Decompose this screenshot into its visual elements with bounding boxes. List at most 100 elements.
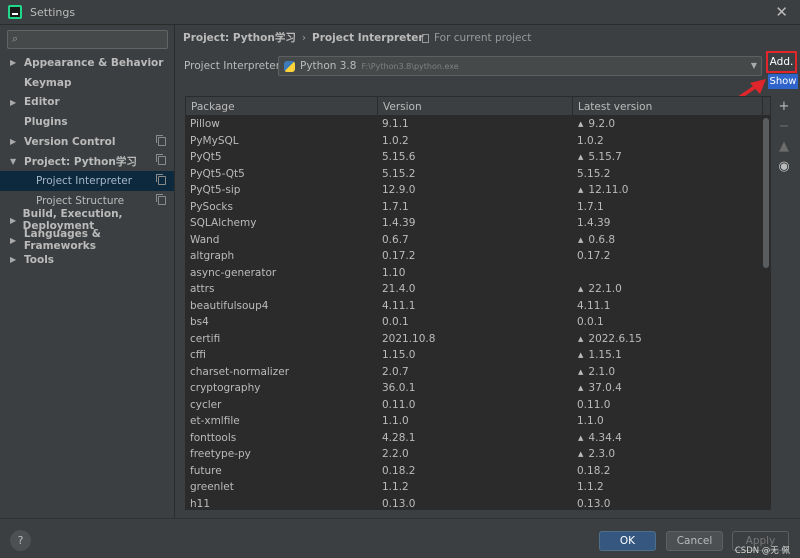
package-version-cell: 1.0.2: [382, 134, 409, 147]
ok-button[interactable]: OK: [599, 531, 656, 551]
table-row[interactable]: PyQt5 5.15.6 ▲ 5.15.7: [186, 149, 770, 166]
table-row[interactable]: PyMySQL 1.0.2 1.0.2: [186, 133, 770, 150]
project-scope-icon: [156, 134, 166, 146]
package-version-cell: 2021.10.8: [382, 332, 436, 345]
latest-version-text: 1.1.0: [577, 415, 604, 428]
table-row[interactable]: Pillow 9.1.1 ▲ 9.2.0: [186, 116, 770, 133]
package-version-cell: 1.1.2: [382, 481, 409, 494]
add-interpreter-button[interactable]: Add.: [766, 51, 797, 73]
install-package-button[interactable]: +: [772, 96, 796, 116]
upgrade-available-icon: ▲: [578, 235, 584, 244]
package-name-cell: h11: [190, 497, 211, 510]
sidebar-item-appearance[interactable]: ▶ Appearance & Behavior: [0, 53, 174, 73]
table-row[interactable]: h11 0.13.0 0.13.0: [186, 496, 770, 510]
search-input[interactable]: ⌕: [7, 30, 168, 49]
table-row[interactable]: cycler 0.11.0 0.11.0: [186, 397, 770, 414]
close-icon[interactable]: ✕: [775, 3, 788, 21]
table-row[interactable]: async-generator 1.10: [186, 265, 770, 282]
table-row[interactable]: fonttools 4.28.1 ▲ 4.34.4: [186, 430, 770, 447]
for-current-project-note: For current project: [422, 32, 531, 44]
package-name-cell: PyQt5-Qt5: [190, 167, 245, 180]
help-button[interactable]: ?: [10, 530, 31, 551]
latest-version-text: 0.18.2: [577, 464, 611, 477]
sidebar-item-label: Editor: [24, 96, 60, 109]
sidebar-item-keymap[interactable]: Keymap: [0, 73, 174, 93]
table-row[interactable]: future 0.18.2 0.18.2: [186, 463, 770, 480]
sidebar-item-project[interactable]: ▼ Project: Python学习: [0, 151, 174, 171]
table-row[interactable]: certifi 2021.10.8 ▲ 2022.6.15: [186, 331, 770, 348]
sidebar-item-project-interpreter[interactable]: Project Interpreter: [0, 171, 174, 191]
package-version-cell: 0.0.1: [382, 316, 409, 329]
cancel-button[interactable]: Cancel: [666, 531, 723, 551]
column-header-package[interactable]: Package: [186, 97, 378, 116]
table-row[interactable]: bs4 0.0.1 0.0.1: [186, 314, 770, 331]
package-version-cell: 0.17.2: [382, 250, 416, 263]
sidebar-item-tools[interactable]: ▶ Tools: [0, 250, 174, 270]
breadcrumb-separator: ›: [301, 31, 307, 44]
chevron-right-icon: ▶: [10, 255, 17, 265]
project-scope-icon: [156, 154, 166, 166]
table-row[interactable]: et-xmlfile 1.1.0 1.1.0: [186, 413, 770, 430]
latest-version-text: 0.13.0: [577, 497, 611, 510]
package-name-cell: Wand: [190, 233, 220, 246]
latest-version-text: 4.34.4: [588, 431, 622, 444]
latest-version-text: 0.0.1: [577, 316, 604, 329]
package-version-cell: 0.11.0: [382, 398, 416, 411]
table-row[interactable]: SQLAlchemy 1.4.39 1.4.39: [186, 215, 770, 232]
package-version-cell: 1.1.0: [382, 415, 409, 428]
table-row[interactable]: cffi 1.15.0 ▲ 1.15.1: [186, 347, 770, 364]
sidebar-item-languages[interactable]: ▶ Languages & Frameworks: [0, 228, 174, 253]
latest-version-text: 0.11.0: [577, 398, 611, 411]
package-latest-version-cell: 0.17.2: [573, 250, 763, 262]
uninstall-package-button[interactable]: −: [772, 116, 796, 136]
table-row[interactable]: charset-normalizer 2.0.7 ▲ 2.1.0: [186, 364, 770, 381]
latest-version-text: 1.4.39: [577, 217, 611, 230]
table-row[interactable]: PySocks 1.7.1 1.7.1: [186, 199, 770, 216]
table-row[interactable]: cryptography 36.0.1 ▲ 37.0.4: [186, 380, 770, 397]
upgrade-available-icon: ▲: [578, 120, 584, 129]
table-row[interactable]: attrs 21.4.0 ▲ 22.1.0: [186, 281, 770, 298]
show-early-releases-icon[interactable]: ◉: [772, 156, 796, 176]
package-version-cell: 2.2.0: [382, 448, 409, 461]
sidebar-item-version-control[interactable]: ▶ Version Control: [0, 132, 174, 152]
table-row[interactable]: beautifulsoup4 4.11.1 4.11.1: [186, 298, 770, 315]
upgrade-available-icon: ▲: [578, 367, 584, 376]
package-version-cell: 4.11.1: [382, 299, 416, 312]
table-row[interactable]: PyQt5-Qt5 5.15.2 5.15.2: [186, 166, 770, 183]
table-row[interactable]: freetype-py 2.2.0 ▲ 2.3.0: [186, 446, 770, 463]
sidebar-item-label: Plugins: [24, 115, 68, 128]
package-version-cell: 0.6.7: [382, 233, 409, 246]
column-header-version[interactable]: Version: [378, 97, 573, 116]
package-toolbar: + − ▲ ◉: [772, 96, 796, 176]
upgrade-available-icon: ▲: [578, 186, 584, 195]
package-name-cell: cryptography: [190, 382, 261, 395]
sidebar-item-label: Keymap: [24, 76, 72, 89]
package-version-cell: 0.13.0: [382, 497, 416, 510]
upgrade-package-button[interactable]: ▲: [772, 136, 796, 156]
python-icon: [284, 60, 295, 72]
show-all-tooltip[interactable]: Show: [768, 74, 798, 89]
sidebar-item-label: Project Interpreter: [36, 174, 133, 187]
package-version-cell: 12.9.0: [382, 184, 416, 197]
breadcrumb: Project: Python学习 › Project Interpreter: [183, 30, 424, 45]
table-row[interactable]: PyQt5-sip 12.9.0 ▲ 12.11.0: [186, 182, 770, 199]
table-row[interactable]: greenlet 1.1.2 1.1.2: [186, 479, 770, 496]
sidebar-item-label: Languages & Frameworks: [23, 228, 101, 253]
package-name-cell: altgraph: [190, 250, 235, 263]
sidebar-item-plugins[interactable]: Plugins: [0, 112, 174, 132]
table-row[interactable]: altgraph 0.17.2 0.17.2: [186, 248, 770, 265]
sidebar-item-editor[interactable]: ▶ Editor: [0, 92, 174, 112]
package-version-cell: 1.15.0: [382, 349, 416, 362]
table-row[interactable]: Wand 0.6.7 ▲ 0.6.8: [186, 232, 770, 249]
packages-table: Package Version Latest version Pillow 9.1…: [185, 96, 771, 510]
interpreter-select[interactable]: Python 3.8 F:\Python3.8\python.exe ▼: [278, 56, 762, 76]
latest-version-text: 2.3.0: [588, 448, 616, 461]
package-latest-version-cell: 1.0.2: [573, 135, 763, 147]
interpreter-name: Python 3.8: [300, 60, 357, 72]
package-latest-version-cell: ▲ 2022.6.15: [573, 333, 763, 345]
column-header-latest-version[interactable]: Latest version: [573, 97, 763, 116]
project-scope-icon: [156, 193, 166, 205]
sidebar-item-label: Appearance & Behavior: [24, 56, 164, 69]
table-scrollbar[interactable]: [763, 118, 769, 268]
package-version-cell: 2.0.7: [382, 365, 409, 378]
